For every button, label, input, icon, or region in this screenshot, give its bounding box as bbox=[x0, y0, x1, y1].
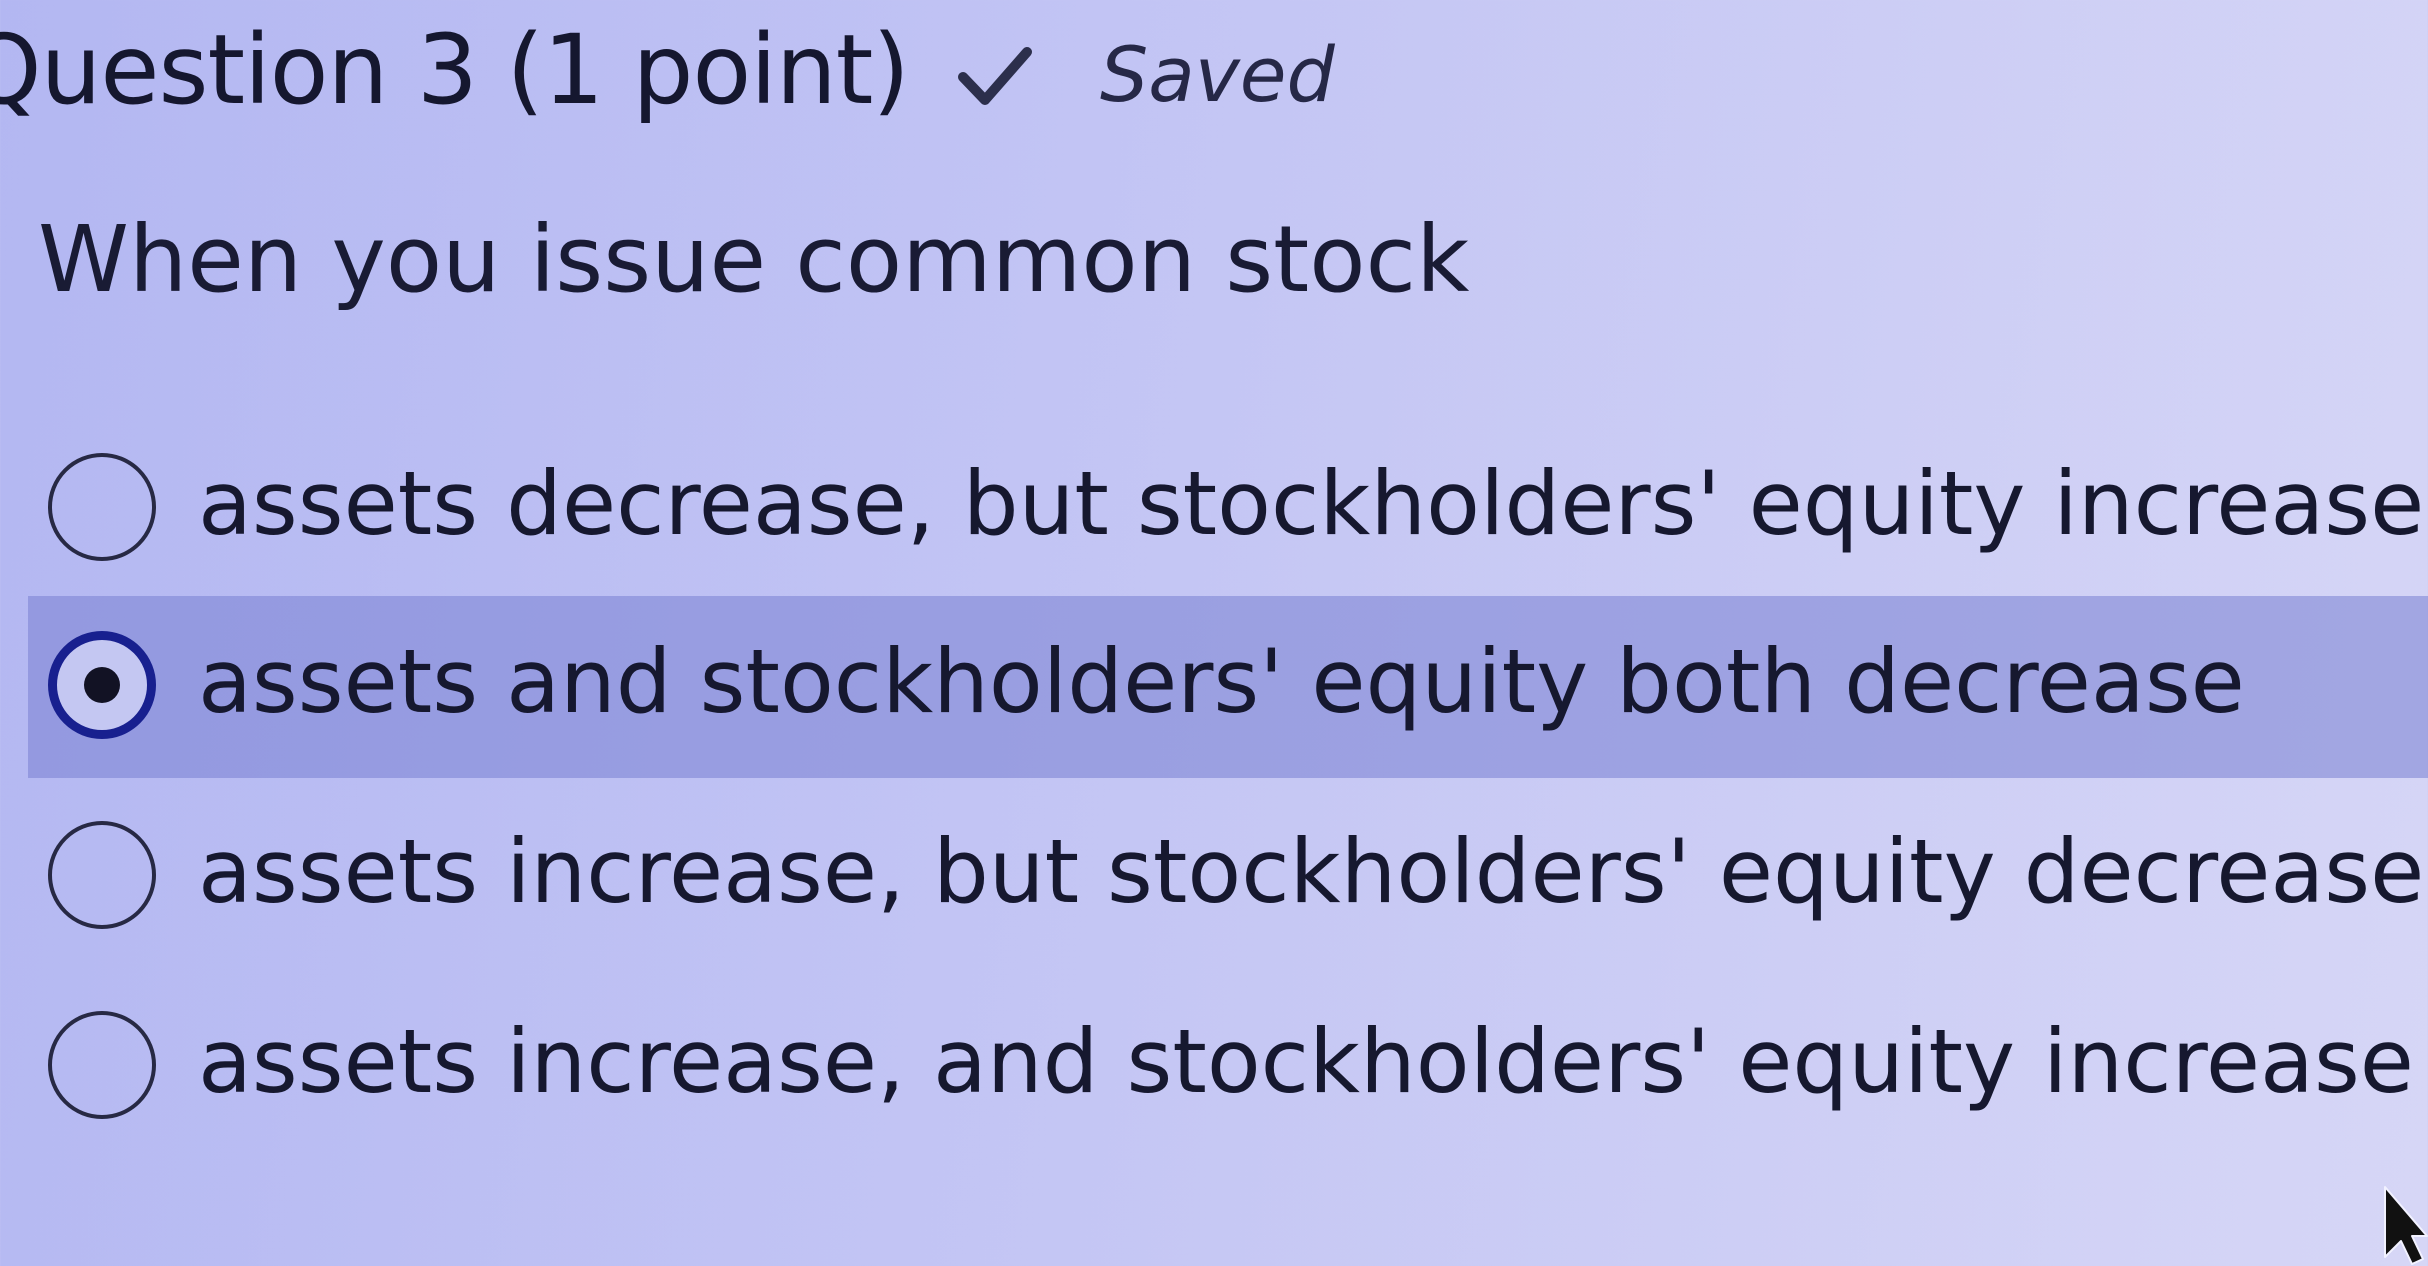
answer-option-2[interactable]: assets and stockholders' equity both dec… bbox=[28, 596, 2428, 778]
mouse-pointer-icon bbox=[2384, 1186, 2428, 1265]
answer-options: assets decrease, but stockholders' equit… bbox=[0, 0, 2428, 1266]
answer-option-label[interactable]: assets and stockholders' equity both dec… bbox=[198, 622, 2245, 742]
answer-option-4[interactable]: assets increase, and stockholders' equit… bbox=[28, 976, 2428, 1158]
answer-option-label[interactable]: assets increase, and stockholders' equit… bbox=[198, 1002, 2414, 1122]
radio-button[interactable] bbox=[48, 821, 156, 929]
answer-option-label[interactable]: assets increase, but stockholders' equit… bbox=[198, 812, 2428, 932]
radio-button[interactable] bbox=[48, 453, 156, 561]
answer-option-1[interactable]: assets decrease, but stockholders' equit… bbox=[28, 418, 2428, 600]
answer-option-label[interactable]: assets decrease, but stockholders' equit… bbox=[198, 444, 2428, 564]
radio-button-selected[interactable] bbox=[48, 631, 156, 739]
answer-option-3[interactable]: assets increase, but stockholders' equit… bbox=[28, 786, 2428, 968]
radio-button[interactable] bbox=[48, 1011, 156, 1119]
radio-selected-dot bbox=[84, 667, 120, 703]
